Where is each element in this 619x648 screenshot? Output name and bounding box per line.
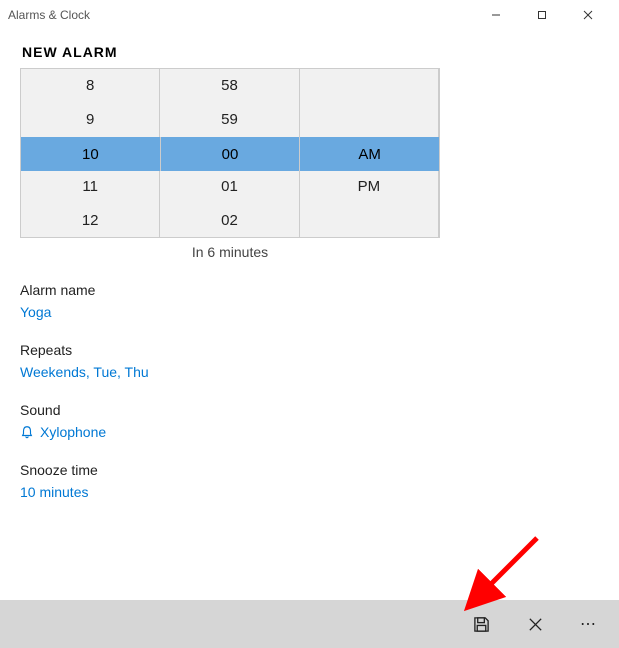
snooze-value[interactable]: 10 minutes [20, 484, 599, 500]
close-icon [527, 616, 544, 633]
selected-time-row: 10 00 AM [21, 137, 439, 171]
sound-field[interactable]: Sound Xylophone [20, 402, 599, 440]
minute-option[interactable]: 01 [160, 170, 298, 204]
sound-value[interactable]: Xylophone [20, 424, 599, 440]
minute-option[interactable]: 02 [160, 203, 298, 237]
alarm-name-label: Alarm name [20, 282, 599, 298]
hour-option[interactable]: 11 [21, 170, 159, 204]
time-hint: In 6 minutes [20, 244, 440, 260]
sound-value-text: Xylophone [40, 424, 106, 440]
alarm-name-value[interactable]: Yoga [20, 304, 599, 320]
save-icon [473, 616, 490, 633]
repeats-value[interactable]: Weekends, Tue, Thu [20, 364, 599, 380]
bell-icon [20, 425, 34, 439]
selected-hour[interactable]: 10 [21, 137, 161, 171]
minimize-button[interactable] [473, 0, 519, 30]
maximize-button[interactable] [519, 0, 565, 30]
minute-option[interactable]: 59 [160, 103, 298, 137]
hour-option[interactable]: 8 [21, 69, 159, 103]
sound-label: Sound [20, 402, 599, 418]
ampm-option [300, 203, 438, 237]
repeats-field[interactable]: Repeats Weekends, Tue, Thu [20, 342, 599, 380]
hour-option[interactable]: 9 [21, 103, 159, 137]
ampm-option [300, 103, 438, 137]
ampm-option [300, 69, 438, 103]
snooze-label: Snooze time [20, 462, 599, 478]
more-icon: ⋯ [580, 614, 598, 634]
window-title: Alarms & Clock [8, 8, 473, 22]
titlebar: Alarms & Clock [0, 0, 619, 30]
repeats-label: Repeats [20, 342, 599, 358]
minute-option[interactable]: 58 [160, 69, 298, 103]
content-area: NEW ALARM 8 9 11 12 58 59 01 02 PM 10 00… [0, 30, 619, 500]
alarm-name-field[interactable]: Alarm name Yoga [20, 282, 599, 320]
close-window-button[interactable] [565, 0, 611, 30]
time-picker[interactable]: 8 9 11 12 58 59 01 02 PM 10 00 AM [20, 68, 440, 238]
save-button[interactable] [459, 604, 503, 644]
ampm-option[interactable]: PM [300, 170, 438, 204]
snooze-field[interactable]: Snooze time 10 minutes [20, 462, 599, 500]
command-bar: ⋯ [0, 600, 619, 648]
hour-option[interactable]: 12 [21, 203, 159, 237]
selected-minute[interactable]: 00 [161, 137, 301, 171]
cancel-button[interactable] [513, 604, 557, 644]
more-button[interactable]: ⋯ [567, 604, 611, 644]
selected-ampm[interactable]: AM [300, 137, 439, 171]
page-title: NEW ALARM [22, 44, 599, 60]
